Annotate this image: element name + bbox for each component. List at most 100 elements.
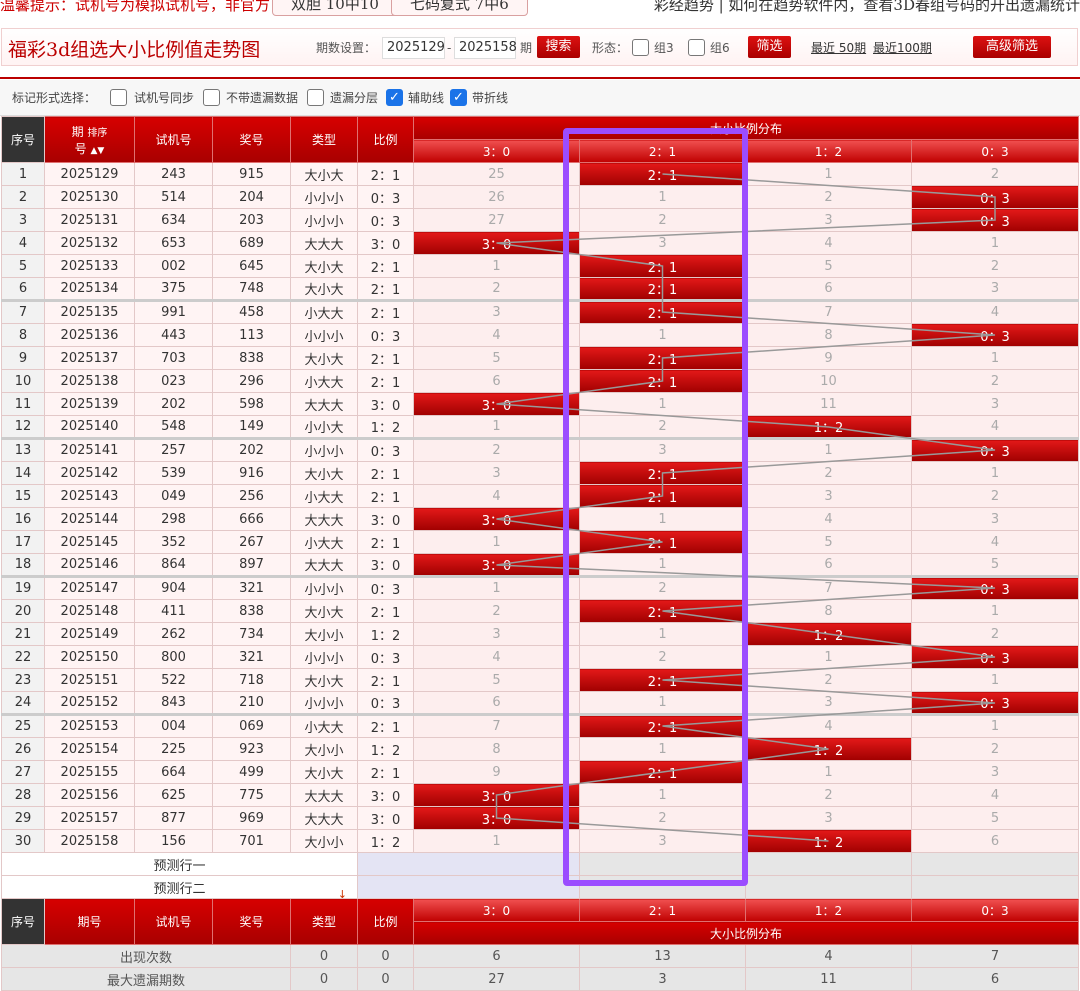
predict-cell[interactable] — [579, 852, 746, 876]
table-row: 26 2025154 225 923 大小小 1：2 8 1 1：2 2 — [1, 737, 1080, 761]
stats-value: 3 — [579, 967, 746, 991]
sort-arrows-icon[interactable]: ▲▼ — [91, 146, 105, 156]
predict-cell[interactable] — [357, 852, 580, 876]
cell-ratio: 2：1 — [357, 162, 414, 186]
hit-cell: 2：1 — [579, 299, 746, 324]
miss-cell: 2 — [579, 806, 746, 830]
miss-cell: 2 — [910, 484, 1080, 508]
miss-cell: 5 — [910, 806, 1080, 830]
option-checkbox-checked[interactable]: ✓ — [450, 89, 467, 106]
miss-cell: 1 — [745, 760, 912, 784]
header-period[interactable]: 期 排序号 ▲▼ — [44, 116, 135, 163]
cell-idx: 20 — [1, 599, 45, 623]
search-button[interactable]: 搜索 — [537, 36, 580, 58]
miss-cell: 3 — [910, 760, 1080, 784]
stats-label: 最大遗漏期数 — [1, 967, 291, 991]
cell-test: 664 — [134, 760, 213, 784]
cell-test: 904 — [134, 575, 213, 600]
cell-draw: 321 — [212, 645, 291, 669]
cell-ratio: 2：1 — [357, 530, 414, 554]
cell-period: 2025138 — [44, 369, 135, 393]
hit-cell: 2：1 — [579, 668, 746, 692]
hit-cell: 0：3 — [910, 437, 1080, 462]
predict-cell[interactable] — [579, 875, 746, 899]
cell-type: 大小大 — [290, 599, 358, 623]
sort-button[interactable]: 排序 — [87, 128, 107, 139]
miss-cell: 1 — [579, 323, 746, 347]
table-row: 21 2025149 262 734 大小小 1：2 3 1 1：2 2 — [1, 622, 1080, 646]
cell-period: 2025145 — [44, 530, 135, 554]
cell-idx: 3 — [1, 208, 45, 232]
group3-checkbox[interactable] — [632, 39, 649, 56]
option-checkbox[interactable] — [307, 89, 324, 106]
option-checkbox-checked[interactable]: ✓ — [386, 89, 403, 106]
cell-idx: 18 — [1, 553, 45, 577]
cell-draw: 458 — [212, 299, 291, 324]
group6-checkbox[interactable] — [688, 39, 705, 56]
hit-cell: 0：3 — [910, 208, 1080, 232]
filter-button[interactable]: 筛选 — [748, 36, 791, 58]
miss-cell: 3 — [745, 691, 912, 715]
header-dist: 2：1 — [579, 139, 746, 163]
cell-ratio: 0：3 — [357, 185, 414, 209]
predict-cell[interactable] — [745, 852, 912, 876]
notice-link[interactable]: 彩经趋势 | 如何在趋势软件内，查看3D春组号码的开出遗漏统计 — [654, 0, 1080, 15]
miss-cell: 4 — [745, 507, 912, 531]
stats-value: 27 — [413, 967, 580, 991]
cell-test: 375 — [134, 277, 213, 301]
miss-cell: 7 — [745, 575, 912, 600]
miss-cell: 1 — [745, 162, 912, 186]
cell-draw: 296 — [212, 369, 291, 393]
miss-cell: 2 — [910, 162, 1080, 186]
miss-cell: 2 — [910, 622, 1080, 646]
cell-period: 2025151 — [44, 668, 135, 692]
cell-ratio: 3：0 — [357, 806, 414, 830]
recent-100-link[interactable]: 最近100期 — [873, 37, 932, 59]
cell-test: 352 — [134, 530, 213, 554]
cell-test: 653 — [134, 231, 213, 255]
cell-test: 864 — [134, 553, 213, 577]
stats-row: 最大遗漏期数 0 0 27 3 11 6 — [1, 967, 1080, 991]
miss-cell: 3 — [579, 437, 746, 462]
cell-idx: 13 — [1, 437, 45, 462]
cell-period: 2025144 — [44, 507, 135, 531]
miss-cell: 26 — [413, 185, 580, 209]
header-draw: 奖号 — [212, 116, 291, 163]
cell-test: 298 — [134, 507, 213, 531]
period-to-input[interactable]: 2025158 — [454, 37, 517, 59]
cell-ratio: 1：2 — [357, 737, 414, 761]
dual-button[interactable]: 双胆 10中10 — [272, 0, 398, 16]
advanced-filter-button[interactable]: 高级筛选 — [973, 36, 1051, 58]
miss-cell: 1 — [910, 599, 1080, 623]
cell-ratio: 0：3 — [357, 208, 414, 232]
footer-period: 期号 — [44, 898, 135, 945]
miss-cell: 1 — [579, 691, 746, 715]
predict-row-2: 预测行二 ↓ — [1, 875, 358, 899]
cell-draw: 113 — [212, 323, 291, 347]
option-checkbox[interactable] — [110, 89, 127, 106]
predict-cell[interactable] — [745, 875, 912, 899]
hit-cell: 1：2 — [745, 415, 912, 439]
cell-type: 小小小 — [290, 208, 358, 232]
cell-draw: 916 — [212, 461, 291, 485]
recent-50-link[interactable]: 最近 50期 — [811, 37, 866, 59]
predict-cell[interactable] — [910, 875, 1080, 899]
hit-cell: 2：1 — [579, 346, 746, 370]
cell-idx: 12 — [1, 415, 45, 439]
header-dist: 1：2 — [745, 139, 912, 163]
option-checkbox[interactable] — [203, 89, 220, 106]
predict-cell[interactable] — [910, 852, 1080, 876]
predict-cell[interactable] — [357, 875, 580, 899]
option-label: 不带遗漏数据 — [226, 91, 299, 105]
table-row: 27 2025155 664 499 大小大 2：1 9 2：1 1 3 — [1, 760, 1080, 784]
miss-cell: 2 — [579, 208, 746, 232]
cell-type: 小小小 — [290, 323, 358, 347]
cell-test: 625 — [134, 783, 213, 807]
miss-cell: 5 — [413, 346, 580, 370]
seven-code-button[interactable]: 七码复式 7中6 — [391, 0, 528, 16]
cell-idx: 7 — [1, 299, 45, 324]
cell-type: 大大大 — [290, 806, 358, 830]
cell-type: 小小小 — [290, 185, 358, 209]
period-from-input[interactable]: 2025129 — [382, 37, 445, 59]
cell-period: 2025155 — [44, 760, 135, 784]
